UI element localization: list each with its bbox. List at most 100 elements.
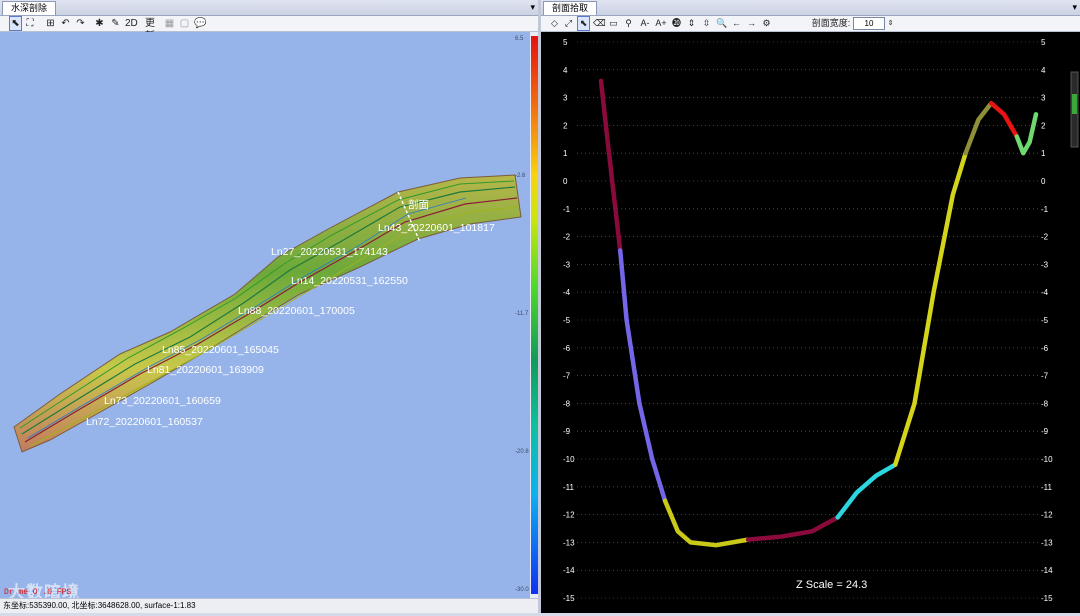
add-point-icon[interactable]: ⊞ xyxy=(45,17,56,30)
y-tick-label-right: -3 xyxy=(1041,260,1049,269)
comment-icon[interactable]: 💬 xyxy=(194,17,206,30)
color-scale-tick: 6.5 xyxy=(515,36,524,42)
refresh-button[interactable]: 更新 xyxy=(141,17,159,42)
depth-editor-pane: 水深剖除 ▾ ⬉ ⛶ ⊞ ↶ ↷ ✱ ✎ 2D 更新 ▦ ▢ 💬 xyxy=(0,0,538,613)
survey-line-label: Ln27_20220531_174143 xyxy=(271,246,388,258)
tab-profile-pick[interactable]: 剖面拾取 xyxy=(543,1,598,15)
left-toolbar: ⬉ ⛶ ⊞ ↶ ↷ ✱ ✎ 2D 更新 ▦ ▢ 💬 xyxy=(0,16,538,42)
profile-chart-canvas: 5 5 4 4 3 3 2 2 1 1 0 0 -1 -1 -2 -2 -3 -3 -4 -4 -5 -5 -6 -6 -7 -7… xyxy=(563,38,1079,603)
right-toolbar: ◇ ⤢ ⬉ ⌫ ▭ ⚲ A- A+ ⓴ ⇕ ⇳ 🔍 ← → ⚙ 剖面宽度: 10… xyxy=(541,16,1080,32)
profile-pick-pane: 剖面拾取 ▾ ◇ ⤢ ⬉ ⌫ ▭ ⚲ A- A+ ⓴ ⇕ ⇳ 🔍 ← → ⚙ 剖… xyxy=(541,0,1080,613)
y-tick-label-right: 4 xyxy=(1041,66,1046,75)
grid-icon[interactable]: ▦ xyxy=(164,17,175,30)
stepper-icon[interactable]: ⇕ xyxy=(886,17,895,30)
y-tick-label-left: -1 xyxy=(563,205,571,214)
y-tick-label-right: 0 xyxy=(1041,177,1046,186)
font-decrease-button[interactable]: A- xyxy=(638,17,652,30)
y-tick-label-right: -5 xyxy=(1041,316,1049,325)
y-tick-label-right: -1 xyxy=(1041,205,1049,214)
left-tabbar: 水深剖除 ▾ xyxy=(0,0,538,16)
profile-width-input[interactable]: 10 xyxy=(853,17,885,30)
font-increase-button[interactable]: A+ xyxy=(654,17,668,30)
lights-icon[interactable]: ✱ xyxy=(94,17,105,30)
y-tick-label-right: 1 xyxy=(1041,149,1046,158)
y-tick-label-right: -4 xyxy=(1041,288,1049,297)
profile-point-cloud xyxy=(988,100,1020,139)
expand-icon[interactable]: ⤢ xyxy=(563,17,574,30)
y-tick-label-left: -4 xyxy=(563,288,571,297)
profile-point-cloud xyxy=(835,462,898,520)
lasso-icon[interactable]: ⚲ xyxy=(623,17,634,30)
right-tabbar: 剖面拾取 ▾ xyxy=(541,0,1080,16)
profile-marker-label: 剖面 xyxy=(408,198,429,211)
pane-menu-icon[interactable]: ▾ xyxy=(530,0,535,15)
y-tick-label-left: 3 xyxy=(563,94,568,103)
y-tick-label-left: -12 xyxy=(563,511,575,520)
arrow-right-icon[interactable]: → xyxy=(746,17,757,30)
edit-note-icon[interactable]: ✎ xyxy=(110,17,121,30)
y-tick-label-right: -10 xyxy=(1041,455,1053,464)
profile-chart-view[interactable]: 5 5 4 4 3 3 2 2 1 1 0 0 -1 -1 -2 -2 -3 -3 -4 -4 -5 -5 -6 -6 -7 -7… xyxy=(541,32,1080,613)
y-tick-label-left: 0 xyxy=(563,177,568,186)
tab-depth-edit[interactable]: 水深剖除 xyxy=(2,1,57,15)
y-tick-label-left: -9 xyxy=(563,427,571,436)
y-tick-label-right: -15 xyxy=(1041,594,1053,603)
survey-line-label: Ln81_20220601_163909 xyxy=(147,364,264,376)
bathymetry-map-view[interactable]: 剖面 Ln43_20220601_101817 Ln27_20220531_17… xyxy=(0,32,530,598)
profile-point-cloud xyxy=(893,150,968,467)
gear-icon[interactable]: ⚙ xyxy=(761,17,772,30)
select-arrow-icon[interactable]: ⬉ xyxy=(9,16,22,31)
y-tick-label-left: 2 xyxy=(563,121,568,130)
y-tick-label-right: -8 xyxy=(1041,399,1049,408)
y-tick-label-right: -13 xyxy=(1041,538,1053,547)
survey-line-label: Ln14_20220531_162550 xyxy=(291,275,408,287)
y-tick-label-right: -7 xyxy=(1041,372,1049,381)
view-2d-button[interactable]: 2D xyxy=(125,17,138,30)
redo-icon[interactable]: ↷ xyxy=(75,17,86,30)
color-scale-tick: -20.8 xyxy=(515,449,529,455)
profile-point-cloud xyxy=(1014,112,1039,156)
y-tick-label-left: 4 xyxy=(563,66,568,75)
undo-icon[interactable]: ↶ xyxy=(60,17,71,30)
y-tick-label-left: -3 xyxy=(563,260,571,269)
y-tick-label-left: -11 xyxy=(563,483,575,492)
profile-point-cloud xyxy=(598,78,623,253)
select-arrow-icon[interactable]: ⬉ xyxy=(577,16,590,31)
y-tick-label-right: -11 xyxy=(1041,483,1053,492)
y-tick-label-right: -9 xyxy=(1041,427,1049,436)
y-tick-label-left: -15 xyxy=(563,594,575,603)
y-tick-label-left: -2 xyxy=(563,233,571,242)
scroll-thumb[interactable] xyxy=(1072,94,1077,114)
arrow-left-icon[interactable]: ← xyxy=(731,17,742,30)
profile-point-cloud xyxy=(963,100,994,156)
y-tick-label-right: 3 xyxy=(1041,94,1046,103)
y-tick-label-left: -6 xyxy=(563,344,571,353)
survey-line-label: Ln85_20220601_165045 xyxy=(162,344,279,356)
y-tick-label-left: -10 xyxy=(563,455,575,464)
stretch-vertical-icon[interactable]: ⇕ xyxy=(686,17,697,30)
box-icon[interactable]: ▢ xyxy=(179,17,190,30)
twenty-icon[interactable]: ⓴ xyxy=(671,17,682,30)
pane-menu-icon[interactable]: ▾ xyxy=(1072,0,1077,15)
status-bar: 东坐标:535390.00, 北坐标:3648628.00, surface-1… xyxy=(0,598,538,613)
y-tick-label-left: -7 xyxy=(563,372,571,381)
fps-readout: Dr me O .0 FPS xyxy=(4,588,72,597)
y-tick-label-right: 5 xyxy=(1041,38,1046,47)
y-tick-label-right: -14 xyxy=(1041,566,1053,575)
shrink-vertical-icon[interactable]: ⇳ xyxy=(701,17,712,30)
y-tick-label-left: -8 xyxy=(563,399,571,408)
depth-color-scale xyxy=(531,36,538,594)
y-tick-label-right: -12 xyxy=(1041,511,1053,520)
zoom-icon[interactable]: 🔍 xyxy=(716,17,727,30)
y-tick-label-left: 1 xyxy=(563,149,568,158)
survey-line-label: Ln73_20220601_160659 xyxy=(104,395,221,407)
crop-tool-icon[interactable]: ⛶ xyxy=(24,17,36,30)
color-scale-tick: -30.0 xyxy=(515,587,529,593)
y-tick-label-left: 5 xyxy=(563,38,568,47)
rectangle-select-icon[interactable]: ▭ xyxy=(608,17,619,30)
fit-view-icon[interactable]: ◇ xyxy=(549,17,560,30)
bathymetry-map-canvas: 剖面 Ln43_20220601_101817 Ln27_20220531_17… xyxy=(13,174,522,453)
y-tick-label-left: -14 xyxy=(563,566,575,575)
eraser-icon[interactable]: ⌫ xyxy=(593,17,606,30)
color-scale-tick: -11.7 xyxy=(515,311,529,317)
